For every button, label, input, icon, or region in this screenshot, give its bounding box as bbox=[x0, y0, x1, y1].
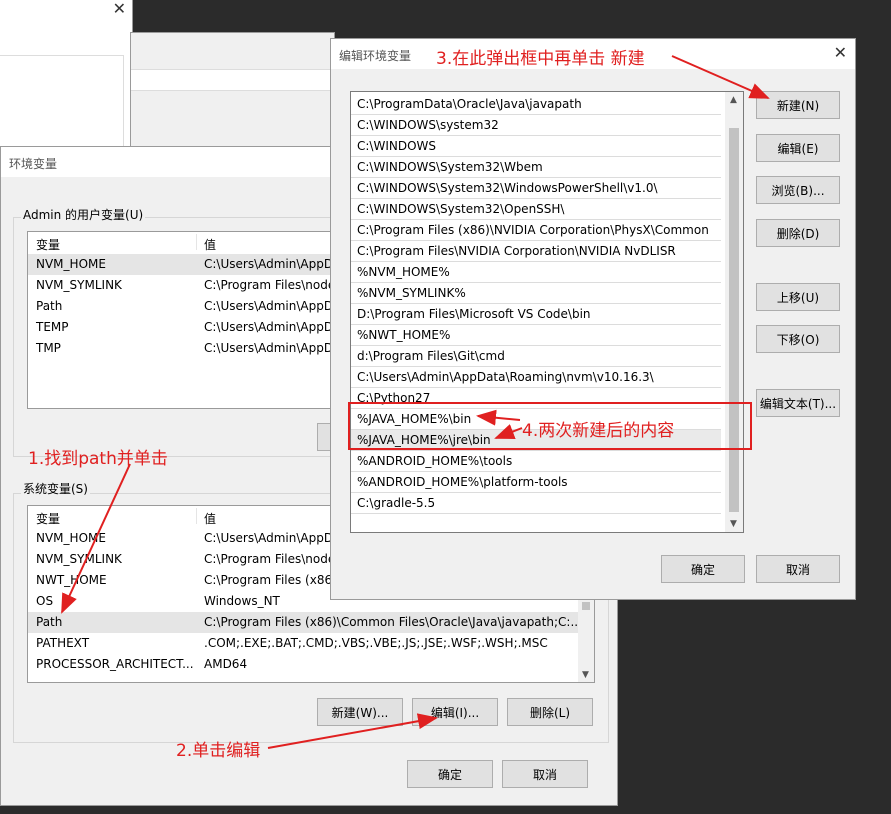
arrow-step-3 bbox=[671, 55, 770, 99]
arrow-step-4b bbox=[494, 424, 523, 440]
arrow-step-1 bbox=[61, 463, 131, 614]
arrow-step-2 bbox=[267, 713, 438, 749]
arrow-step-4a bbox=[476, 409, 521, 426]
annotation-arrows bbox=[61, 55, 770, 749]
